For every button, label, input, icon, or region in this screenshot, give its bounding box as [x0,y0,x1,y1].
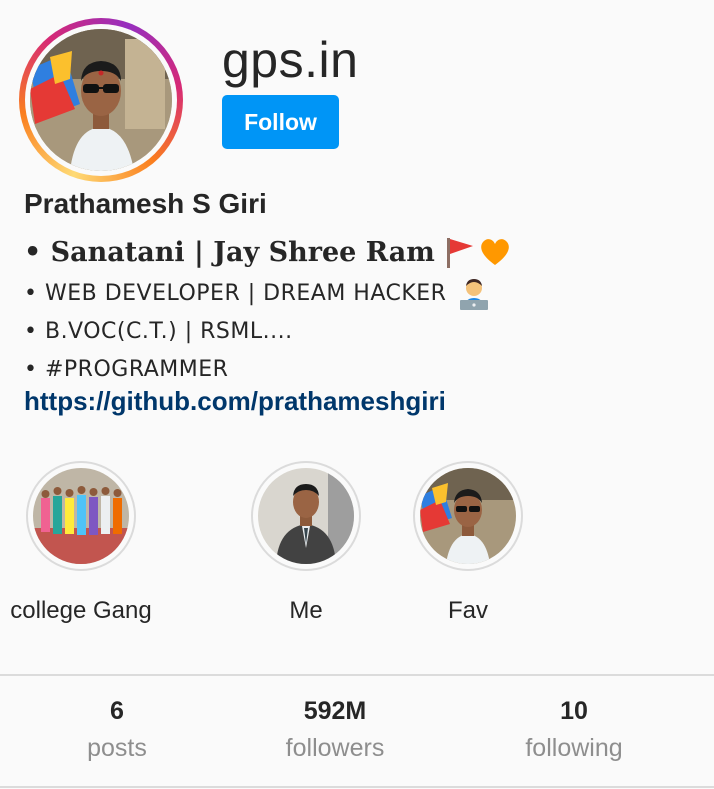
stat-following-count: 10 [560,697,588,725]
profile-bio: • Sanatani | Jay Shree Ram • WEB DEVELOP… [24,230,511,388]
orange-heart-emoji-icon [479,237,511,267]
portrait-photo-illustration [258,468,354,564]
highlight-cover [258,468,354,564]
highlight-label: college Gang [10,597,152,624]
highlight-ring [26,461,136,571]
highlight-ring [413,461,523,571]
stats-divider [0,674,714,676]
highlight-label: Me [289,597,323,624]
technologist-emoji-icon [456,276,492,310]
avatar [30,29,172,171]
stat-posts[interactable]: 6 posts [27,695,207,769]
bio-line-4: • #PROGRAMMER [24,350,511,388]
stat-posts-label: posts [87,734,147,762]
stat-followers[interactable]: 592M followers [245,695,425,769]
group-photo-illustration [33,468,129,564]
profile-website-link[interactable]: https://github.com/prathameshgiri [24,386,446,417]
stat-following[interactable]: 10 following [484,695,664,769]
flag-emoji-icon [445,236,475,268]
avatar-photo-illustration [30,29,172,171]
highlight-ring [251,461,361,571]
profile-avatar-story-ring[interactable] [19,18,183,182]
stat-following-label: following [525,734,623,762]
bio-line-1-text: • Sanatani | Jay Shree Ram [24,236,435,268]
stat-posts-count: 6 [110,697,124,725]
highlight-label: Fav [447,597,488,624]
bio-line-1: • Sanatani | Jay Shree Ram [24,230,511,274]
follow-button[interactable]: Follow [222,95,339,149]
stat-followers-count: 592M [303,697,367,725]
bio-line-4-text: • #PROGRAMMER [24,356,229,382]
bottom-divider [0,786,714,788]
highlight-cover [420,468,516,564]
avatar-inner-border [25,24,177,176]
stat-followers-label: followers [285,734,385,762]
highlight-college-gang[interactable]: college Gang [0,461,181,625]
bio-line-2: • WEB DEVELOPER | DREAM HACKER [24,274,511,312]
profile-username: gps.in [222,32,359,88]
bio-line-3-text: • B.VOC(C.T.) | RSML.... [24,318,293,344]
highlight-cover [33,468,129,564]
bio-line-3: • B.VOC(C.T.) | RSML.... [24,312,511,350]
profile-full-name: Prathamesh S Giri [24,188,267,219]
bio-line-2-text: • WEB DEVELOPER | DREAM HACKER [24,280,447,306]
fav-photo-illustration [420,468,516,564]
highlight-fav[interactable]: Fav [368,461,568,625]
